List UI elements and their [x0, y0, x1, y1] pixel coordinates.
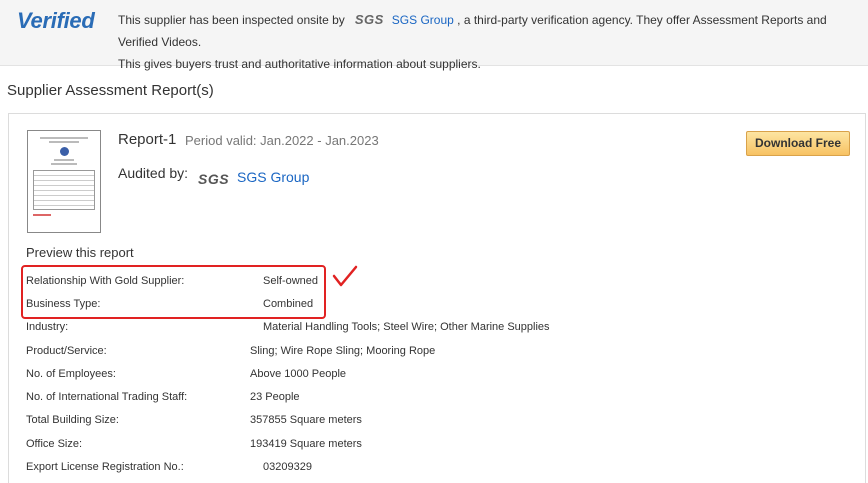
- row-label: Export License Registration No.:: [26, 461, 184, 473]
- verified-text-before: This supplier has been inspected onsite …: [118, 13, 345, 27]
- sgs-logo: SGS: [198, 171, 230, 187]
- report-panel: Report-1 Period valid: Jan.2022 - Jan.20…: [8, 113, 866, 483]
- row-value: 03209329: [263, 461, 312, 473]
- download-free-button[interactable]: Download Free: [746, 131, 850, 156]
- row-label: Total Building Size:: [26, 414, 119, 426]
- row-value: Sling; Wire Rope Sling; Mooring Rope: [250, 345, 436, 357]
- row-label: Office Size:: [26, 438, 83, 450]
- report-period: Period valid: Jan.2022 - Jan.2023: [185, 133, 379, 148]
- section-title: Supplier Assessment Report(s): [7, 82, 214, 99]
- checkmark-icon: [332, 265, 358, 287]
- row-value: Material Handling Tools; Steel Wire; Oth…: [263, 321, 550, 333]
- row-label: No. of Employees:: [26, 368, 116, 380]
- thumb-stamp: [33, 214, 51, 216]
- row-label: Industry:: [26, 321, 69, 333]
- row-label: No. of International Trading Staff:: [26, 391, 188, 403]
- sgs-group-link[interactable]: SGS Group: [392, 13, 454, 27]
- report-thumbnail[interactable]: [27, 130, 101, 233]
- row-value: 357855 Square meters: [250, 414, 362, 426]
- preview-title: Preview this report: [26, 245, 134, 260]
- report-name: Report-1: [118, 131, 177, 148]
- row-value: 23 People: [250, 391, 300, 403]
- row-label: Product/Service:: [26, 345, 107, 357]
- red-annotation-box: [21, 265, 326, 319]
- audited-label: Audited by:: [118, 165, 189, 181]
- verified-description: This supplier has been inspected onsite …: [118, 9, 863, 75]
- thumb-line: [40, 137, 88, 139]
- verified-banner: Verified This supplier has been inspecte…: [0, 0, 868, 71]
- seal-icon: [59, 147, 69, 156]
- thumb-line: [54, 159, 74, 161]
- row-value: 193419 Square meters: [250, 438, 362, 450]
- verified-logo: Verified: [17, 8, 95, 33]
- thumb-line: [51, 163, 77, 165]
- thumb-table: [33, 170, 95, 210]
- verified-text-line2: This gives buyers trust and authoritativ…: [118, 57, 481, 71]
- row-value: Above 1000 People: [250, 368, 347, 380]
- auditor-link[interactable]: SGS Group: [237, 169, 309, 185]
- sgs-logo: SGS: [354, 12, 384, 27]
- thumb-line: [49, 141, 79, 143]
